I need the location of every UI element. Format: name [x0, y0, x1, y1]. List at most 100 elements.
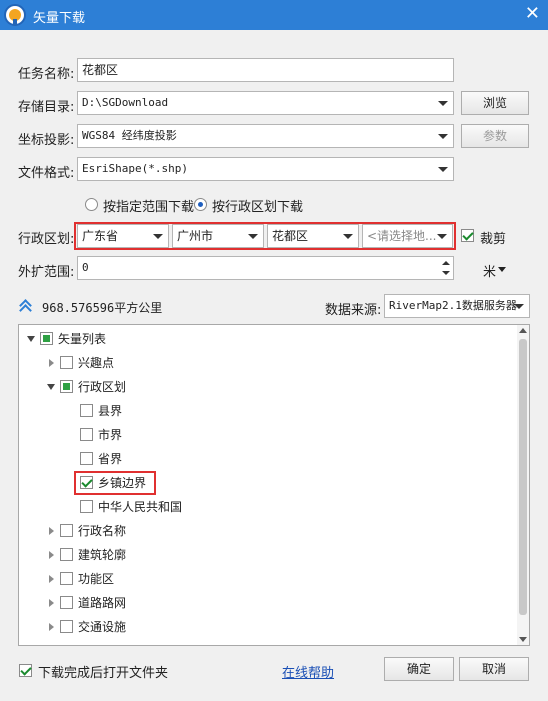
tree-checkbox[interactable]: [80, 500, 93, 513]
tree-item-buildings[interactable]: 建筑轮廓: [19, 545, 519, 565]
tree-item-poi[interactable]: 兴趣点: [19, 353, 519, 373]
tree-checkbox[interactable]: [60, 572, 73, 585]
storage-dir-select[interactable]: D:\SGDownload: [77, 91, 454, 115]
tree-label: 功能区: [78, 572, 115, 586]
tree-item-admin-names[interactable]: 行政名称: [19, 521, 519, 541]
expand-arrow-icon[interactable]: [49, 575, 54, 583]
double-chevron-up-icon[interactable]: [18, 298, 34, 314]
data-source-value: RiverMap2.1数据服务器: [389, 299, 517, 312]
chevron-down-icon: [514, 304, 524, 309]
title-bar: 矢量下载 ✕: [0, 0, 548, 30]
tree-item-county[interactable]: 县界: [19, 401, 519, 421]
vector-tree: 矢量列表 兴趣点 行政区划 县界 市界 省界 乡镇边界 中华人民共和国 行政名称…: [18, 324, 530, 646]
tree-checkbox[interactable]: [60, 380, 73, 393]
spin-up-icon[interactable]: [441, 258, 451, 268]
chevron-down-icon: [438, 167, 448, 172]
browse-button[interactable]: 浏览: [461, 91, 529, 115]
province-select[interactable]: 广东省: [77, 224, 169, 248]
spin-down-icon[interactable]: [441, 268, 451, 278]
tree-label: 兴趣点: [78, 356, 115, 370]
cancel-button[interactable]: 取消: [459, 657, 529, 681]
tree-checkbox[interactable]: [80, 428, 93, 441]
open-folder-label: 下载完成后打开文件夹: [38, 666, 169, 681]
province-value: 广东省: [82, 229, 119, 243]
tree-checkbox[interactable]: [80, 476, 93, 489]
open-folder-checkbox[interactable]: [19, 664, 32, 677]
tree-checkbox[interactable]: [60, 548, 73, 561]
storage-dir-value: D:\SGDownload: [82, 96, 169, 109]
params-button[interactable]: 参数: [461, 124, 529, 148]
clip-checkbox[interactable]: [461, 229, 474, 242]
area-text: 968.576596平方公里: [42, 301, 163, 315]
file-format-select[interactable]: EsriShape(*.shp): [77, 157, 454, 181]
scroll-thumb[interactable]: [519, 339, 527, 615]
tree-item-zones[interactable]: 功能区: [19, 569, 519, 589]
task-name-label: 任务名称:: [18, 67, 75, 82]
tree-checkbox[interactable]: [60, 620, 73, 633]
expand-range-input[interactable]: 0: [77, 256, 454, 280]
tree-label: 乡镇边界: [98, 476, 147, 490]
ok-button[interactable]: 确定: [384, 657, 454, 681]
app-globe-icon: [4, 4, 26, 26]
data-source-select[interactable]: RiverMap2.1数据服务器: [384, 294, 530, 318]
expand-arrow-icon[interactable]: [49, 599, 54, 607]
vector-download-dialog: 任务名称: 花都区 存储目录: D:\SGDownload 浏览 坐标投影: W…: [0, 30, 548, 701]
tree-item-roads[interactable]: 道路路网: [19, 593, 519, 613]
tree-item-prc[interactable]: 中华人民共和国: [19, 497, 519, 517]
projection-value: WGS84 经纬度投影: [82, 129, 177, 142]
expand-arrow-icon[interactable]: [49, 551, 54, 559]
storage-dir-label: 存储目录:: [18, 100, 75, 115]
chevron-down-icon[interactable]: [498, 267, 506, 272]
unit-select[interactable]: 米: [483, 261, 496, 280]
expand-arrow-icon[interactable]: [27, 336, 35, 342]
tree-label: 交通设施: [78, 620, 127, 634]
town-select[interactable]: <请选择地...: [362, 224, 453, 248]
tree-label: 省界: [98, 452, 123, 466]
tree-scrollbar[interactable]: [517, 325, 529, 645]
chevron-down-icon: [438, 134, 448, 139]
projection-select[interactable]: WGS84 经纬度投影: [77, 124, 454, 148]
file-format-value: EsriShape(*.shp): [82, 162, 188, 175]
chevron-down-icon: [343, 234, 353, 239]
tree-item-town[interactable]: 乡镇边界: [19, 473, 519, 493]
scroll-down-icon[interactable]: [519, 637, 527, 642]
chevron-down-icon: [438, 101, 448, 106]
tree-label: 行政名称: [78, 524, 127, 538]
tree-label: 建筑轮廓: [78, 548, 127, 562]
range-download-radio[interactable]: [85, 198, 98, 211]
district-value: 花都区: [272, 229, 309, 243]
expand-arrow-icon[interactable]: [49, 359, 54, 367]
tree-checkbox[interactable]: [40, 332, 53, 345]
district-select[interactable]: 花都区: [267, 224, 359, 248]
tree-label: 中华人民共和国: [98, 500, 183, 514]
tree-checkbox[interactable]: [60, 596, 73, 609]
expand-arrow-icon[interactable]: [49, 527, 54, 535]
data-source-label: 数据来源:: [325, 303, 382, 318]
expand-arrow-icon[interactable]: [49, 623, 54, 631]
scroll-up-icon[interactable]: [519, 328, 527, 333]
city-select[interactable]: 广州市: [172, 224, 264, 248]
tree-label: 道路路网: [78, 596, 127, 610]
online-help-link[interactable]: 在线帮助: [282, 662, 334, 681]
task-name-input[interactable]: 花都区: [77, 58, 454, 82]
admin-download-label: 按行政区划下载: [212, 200, 304, 215]
tree-checkbox[interactable]: [60, 356, 73, 369]
tree-item-city[interactable]: 市界: [19, 425, 519, 445]
tree-checkbox[interactable]: [60, 524, 73, 537]
tree-item-province[interactable]: 省界: [19, 449, 519, 469]
tree-checkbox[interactable]: [80, 452, 93, 465]
chevron-down-icon: [248, 234, 258, 239]
tree-label: 市界: [98, 428, 123, 442]
tree-checkbox[interactable]: [80, 404, 93, 417]
tree-item-transport[interactable]: 交通设施: [19, 617, 519, 637]
tree-item-admin[interactable]: 行政区划: [19, 377, 519, 397]
projection-label: 坐标投影:: [18, 133, 75, 148]
tree-root[interactable]: 矢量列表: [19, 329, 519, 349]
window-title: 矢量下载: [33, 11, 86, 26]
tree-label: 行政区划: [78, 380, 127, 394]
file-format-label: 文件格式:: [18, 166, 75, 181]
admin-download-radio[interactable]: [194, 198, 207, 211]
expand-range-label: 外扩范围:: [18, 265, 75, 280]
expand-arrow-icon[interactable]: [47, 384, 55, 390]
close-icon[interactable]: ✕: [525, 4, 540, 24]
